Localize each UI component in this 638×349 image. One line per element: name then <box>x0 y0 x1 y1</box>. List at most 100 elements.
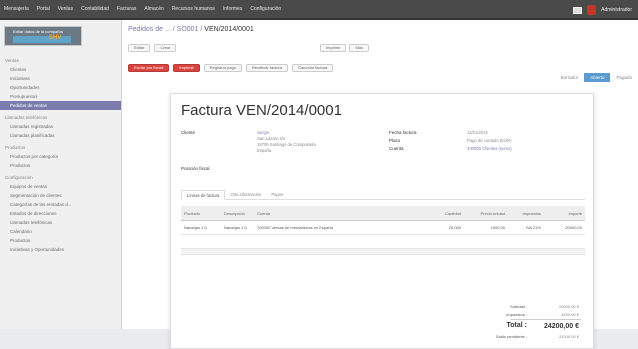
print-dropdown[interactable]: Imprimir <box>320 44 347 52</box>
invoice-sheet: Factura VEN/2014/0001 Cliente Sergio San… <box>170 93 594 349</box>
table-row-empty <box>181 235 585 249</box>
menu-messaging[interactable]: Mensajería <box>4 6 29 12</box>
col-account[interactable]: Cuenta <box>254 211 424 216</box>
cell-account: 700000 Ventas de mercaderías en España <box>257 225 333 230</box>
col-product[interactable]: Producto <box>181 211 221 216</box>
more-dropdown[interactable]: Más <box>349 44 370 52</box>
cell-quantity: 20.000 <box>448 225 461 230</box>
cancel-invoice-button[interactable]: Cancelar factura <box>292 64 334 72</box>
sidebar-item[interactable]: Llamadas registradas <box>0 122 121 131</box>
cell-description: Naranjas 1.0 <box>224 225 247 230</box>
sidebar-item[interactable]: Iniciativas y Oportunidades <box>0 245 121 254</box>
status-steps: Borrador Abierto Pagado <box>555 71 638 83</box>
sidebar-item[interactable]: Estados de direcciones <box>0 209 121 218</box>
menu-warehouse[interactable]: Almacén <box>144 6 163 12</box>
logo-edit-text: Editar datos de la compañía <box>13 29 63 34</box>
menu-reports[interactable]: Informes <box>223 6 242 12</box>
mail-icon[interactable] <box>573 6 583 14</box>
tax-label: Impuestos : <box>506 312 527 317</box>
sidebar-section-heading: Llamadas telefónicas <box>5 115 48 120</box>
top-menu: Mensajería Portal Ventas Contabilidad Fa… <box>4 6 281 12</box>
company-logo[interactable]: Editar datos de la compañía SHV <box>4 26 82 46</box>
menu-hr[interactable]: Recursos humanos <box>172 6 215 12</box>
fiscal-label: Posición fiscal <box>181 166 210 171</box>
due-label: Saldo pendiente : <box>495 334 527 339</box>
sidebar-item[interactable]: Segmentación de clientes <box>0 191 121 200</box>
breadcrumb-parent[interactable]: Pedidos de ... <box>128 26 171 33</box>
tab-invoice-lines[interactable]: Líneas de factura <box>181 190 226 200</box>
col-quantity[interactable]: Cantidad <box>424 211 464 216</box>
sidebar-section-heading: Productos <box>5 145 26 150</box>
step-draft: Borrador <box>560 74 579 80</box>
subtotal-value: 20000,00 € <box>558 304 579 309</box>
sidebar-item[interactable]: Oportunidades <box>0 83 121 92</box>
sidebar-section-heading: Ventas <box>5 58 19 63</box>
sidebar-buttons: Imprimir Más <box>320 44 370 52</box>
sidebar-item[interactable]: Clientes <box>0 65 121 74</box>
col-unit-price[interactable]: Precio unidad <box>464 211 508 216</box>
account-value[interactable]: 430000 Clientes (euros) <box>467 146 512 151</box>
avatar[interactable] <box>587 5 597 15</box>
term-value: Pago de contado (EUR) <box>467 138 512 143</box>
sidebar-item[interactable]: Calendario <box>0 227 121 236</box>
logo-badge: SHV <box>49 35 62 41</box>
account-label: Cuenta <box>389 146 404 151</box>
sidebar: Editar datos de la compañía SHV Ventas Cl… <box>0 20 122 329</box>
register-payment-button[interactable]: Registrar pago <box>203 64 243 72</box>
table-header: Producto Descripción Cuenta Cantidad Pre… <box>181 206 585 221</box>
print-button[interactable]: Imprimir <box>173 64 200 72</box>
cell-amount: 20000.00 <box>565 225 582 230</box>
col-amount[interactable]: Importe <box>544 211 585 216</box>
col-description[interactable]: Descripción <box>221 211 254 216</box>
edit-button[interactable]: Editar <box>128 44 151 52</box>
sidebar-item[interactable]: Pedidos de ventas <box>0 101 121 110</box>
customer-label: Cliente <box>181 130 196 135</box>
table-footer-strip <box>181 249 585 255</box>
menu-invoices[interactable]: Facturas <box>117 6 136 12</box>
cell-unit-price: 1000.00 <box>490 225 505 230</box>
tab-payments[interactable]: Pagos <box>266 190 288 200</box>
tax-value: 4200,00 € <box>561 312 579 317</box>
menu-portal[interactable]: Portal <box>37 6 50 12</box>
step-paid: Pagado <box>616 74 632 80</box>
main-content: Pedidos de ... / SO001 / VEN/2014/0001 E… <box>122 20 638 349</box>
send-email-button[interactable]: Enviar por Email <box>128 64 170 72</box>
breadcrumb: Pedidos de ... / SO001 / VEN/2014/0001 <box>128 26 254 33</box>
subtotal-label: Subtotal : <box>510 304 527 309</box>
total-label: Total : <box>506 322 527 329</box>
menu-sales[interactable]: Ventas <box>58 6 73 12</box>
top-navbar: Mensajería Portal Ventas Contabilidad Fa… <box>0 0 638 20</box>
sidebar-item[interactable]: Productos <box>0 236 121 245</box>
invoice-title: Factura VEN/2014/0001 <box>181 102 342 119</box>
customer-country: España <box>257 148 272 153</box>
col-taxes[interactable]: Impuestos <box>508 211 544 216</box>
term-label: Plazo <box>389 138 401 143</box>
create-button[interactable]: Crear <box>154 44 177 52</box>
sidebar-item[interactable]: Productos <box>0 161 121 170</box>
sidebar-item[interactable]: Productos por categoría <box>0 152 121 161</box>
refund-button[interactable]: Rectificar factura <box>246 64 289 72</box>
sidebar-item[interactable]: Equipos de ventas <box>0 182 121 191</box>
cell-taxes: IVA 21% <box>525 225 541 230</box>
breadcrumb-mid[interactable]: SO001 <box>177 26 199 33</box>
table-row[interactable]: Naranjas 1.0 Naranjas 1.0 700000 Ventas … <box>181 221 585 235</box>
form-toolbar: Editar Crear <box>128 44 177 52</box>
menu-settings[interactable]: Configuración <box>250 6 281 12</box>
date-label: Fecha factura <box>389 130 417 135</box>
customer-name[interactable]: Sergio <box>257 130 269 135</box>
user-name[interactable]: Administrador <box>601 7 632 13</box>
menu-accounting[interactable]: Contabilidad <box>81 6 109 12</box>
sidebar-item[interactable]: Iniciativas <box>0 74 121 83</box>
invoice-tabs: Líneas de factura Otra información Pagos <box>181 190 585 200</box>
sidebar-item[interactable]: Llamadas telefónicas <box>0 218 121 227</box>
sidebar-item[interactable]: Presupuestos <box>0 92 121 101</box>
invoice-lines-table: Producto Descripción Cuenta Cantidad Pre… <box>181 206 585 255</box>
totals-divider <box>511 319 581 320</box>
sidebar-item[interactable]: Categorías de las entradas d... <box>0 200 121 209</box>
sidebar-section-heading: Configuración <box>5 175 33 180</box>
sidebar-item[interactable]: Llamadas planificadas <box>0 131 121 140</box>
customer-address-1: San Lázaro s/n <box>257 136 286 141</box>
tab-other-info[interactable]: Otra información <box>225 190 266 200</box>
sidebar-menu: Ventas Clientes Iniciativas Oportunidades Pr… <box>0 53 121 254</box>
date-value: 11/01/2014 <box>467 130 488 135</box>
